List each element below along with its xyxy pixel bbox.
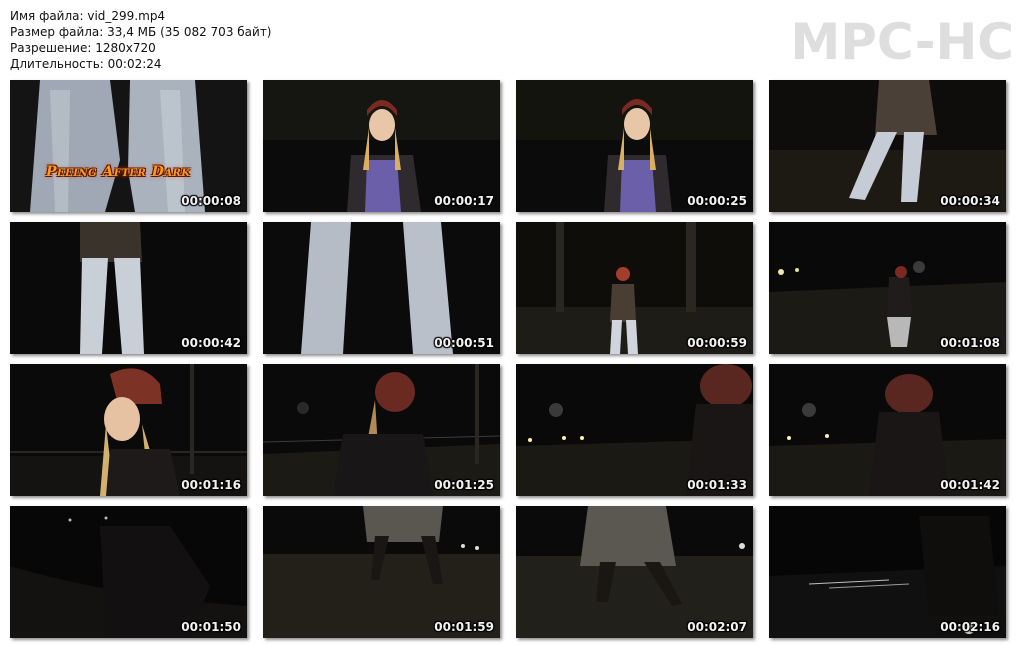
- video-frame: [10, 80, 247, 212]
- video-frame: [10, 506, 247, 638]
- video-frame: [263, 364, 500, 496]
- timestamp: 00:00:59: [687, 336, 747, 350]
- timestamp: 00:01:42: [940, 478, 1000, 492]
- timestamp: 00:02:07: [687, 620, 747, 634]
- video-frame: [769, 364, 1006, 496]
- video-frame: [516, 222, 753, 354]
- video-title-overlay: Peeing After Dark: [46, 164, 191, 180]
- thumbnail: 00:02:07: [516, 506, 753, 638]
- thumbnail: 00:00:34: [769, 80, 1006, 212]
- thumbnail: 00:01:42: [769, 364, 1006, 496]
- video-frame: [769, 80, 1006, 212]
- timestamp: 00:00:34: [940, 194, 1000, 208]
- thumbnail: 00:01:59: [263, 506, 500, 638]
- file-size-line: Размер файла: 33,4 МБ (35 082 703 байт): [10, 25, 272, 39]
- thumbnail: 00:01:33: [516, 364, 753, 496]
- video-frame: [263, 506, 500, 638]
- timestamp: 00:01:08: [940, 336, 1000, 350]
- mpc-hc-logo: MPC-HC: [790, 13, 1014, 71]
- thumbnail: 00:00:25: [516, 80, 753, 212]
- timestamp: 00:00:08: [181, 194, 241, 208]
- thumbnail: 00:00:51: [263, 222, 500, 354]
- file-name-line: Имя файла: vid_299.mp4: [10, 9, 166, 23]
- thumbnail: 00:01:16: [10, 364, 247, 496]
- timestamp: 00:00:17: [434, 194, 494, 208]
- thumbnail: 00:00:59: [516, 222, 753, 354]
- video-frame: [263, 80, 500, 212]
- timestamp: 00:00:42: [181, 336, 241, 350]
- timestamp: 00:00:25: [687, 194, 747, 208]
- video-frame: [769, 506, 1006, 638]
- thumbnail: 00:01:50: [10, 506, 247, 638]
- timestamp: 00:01:25: [434, 478, 494, 492]
- video-frame: [263, 222, 500, 354]
- thumbnail: 00:02:16: [769, 506, 1006, 638]
- video-frame: [10, 364, 247, 496]
- video-frame: [769, 222, 1006, 354]
- video-frame: [516, 506, 753, 638]
- duration-line: Длительность: 00:02:24: [10, 57, 162, 71]
- resolution-line: Разрешение: 1280x720: [10, 41, 156, 55]
- timestamp: 00:02:16: [940, 620, 1000, 634]
- video-frame: [516, 364, 753, 496]
- file-info: Имя файла: vid_299.mp4 Размер файла: 33,…: [10, 8, 272, 72]
- thumbnail: 00:01:08: [769, 222, 1006, 354]
- thumbnail: 00:01:25: [263, 364, 500, 496]
- thumbnail-grid: Peeing After Dark 00:00:08 00:00:17 00:0…: [10, 80, 1006, 638]
- video-frame: [516, 80, 753, 212]
- timestamp: 00:00:51: [434, 336, 494, 350]
- timestamp: 00:01:33: [687, 478, 747, 492]
- timestamp: 00:01:50: [181, 620, 241, 634]
- timestamp: 00:01:16: [181, 478, 241, 492]
- thumbnail: 00:00:17: [263, 80, 500, 212]
- timestamp: 00:01:59: [434, 620, 494, 634]
- thumbnail: 00:00:42: [10, 222, 247, 354]
- thumbnail: Peeing After Dark 00:00:08: [10, 80, 247, 212]
- video-frame: [10, 222, 247, 354]
